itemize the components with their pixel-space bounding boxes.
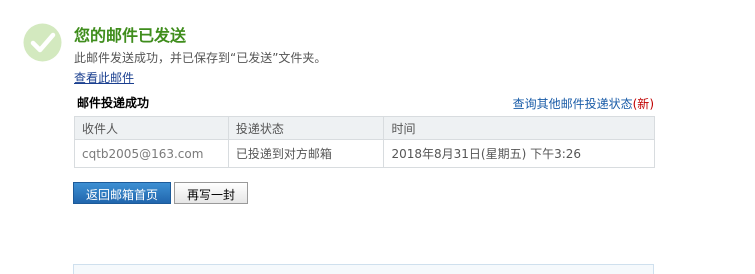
- bottom-panel: [73, 264, 654, 274]
- query-link-close-paren: ): [649, 97, 654, 111]
- success-message: 此邮件发送成功，并已保存到“已发送”文件夹。: [74, 51, 327, 65]
- write-another-button[interactable]: 再写一封: [174, 182, 248, 204]
- query-link-label: 查询其他邮件投递状态: [512, 97, 633, 111]
- new-badge: 新: [637, 97, 650, 111]
- column-header-time: 时间: [383, 116, 655, 140]
- time-cell: 2018年8月31日(星期五) 下午3:26: [383, 139, 655, 168]
- page-title: 您的邮件已发送: [74, 26, 187, 45]
- back-to-inbox-button[interactable]: 返回邮箱首页: [73, 182, 171, 204]
- delivery-status-table: 收件人 投递状态 时间 cqtb2005@163.com 已投递到对方邮箱 20…: [74, 116, 655, 168]
- table-header-row: 收件人 投递状态 时间: [74, 116, 655, 140]
- column-header-recipient: 收件人: [74, 116, 229, 140]
- column-header-status: 投递状态: [227, 116, 385, 140]
- table-row: cqtb2005@163.com 已投递到对方邮箱 2018年8月31日(星期五…: [74, 139, 655, 168]
- view-mail-link[interactable]: 查看此邮件: [74, 69, 134, 86]
- recipient-cell: cqtb2005@163.com: [74, 139, 229, 168]
- query-delivery-status-link[interactable]: 查询其他邮件投递状态(新): [513, 95, 654, 112]
- delivery-status-title: 邮件投递成功: [77, 96, 150, 110]
- status-cell: 已投递到对方邮箱: [227, 139, 385, 168]
- check-circle-icon: [23, 23, 62, 62]
